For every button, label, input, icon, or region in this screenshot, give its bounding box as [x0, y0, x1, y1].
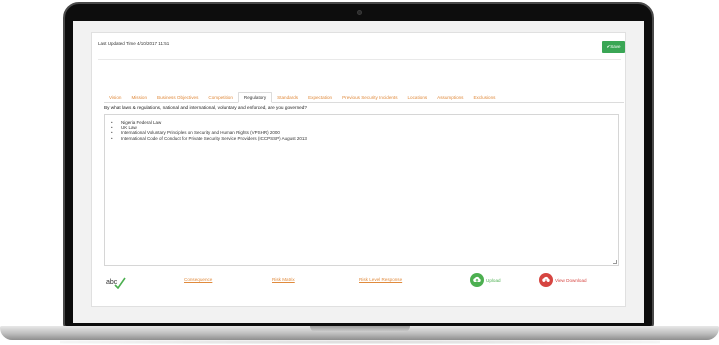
last-updated-text: Last Updated Time 4/10/2017 11:51 — [98, 41, 170, 46]
tab-competition[interactable]: Competition — [203, 92, 238, 103]
resize-handle[interactable] — [613, 260, 617, 264]
tab-vision[interactable]: Vision — [104, 92, 126, 103]
screen: Last Updated Time 4/10/2017 11:51 ✔Save … — [73, 21, 644, 323]
tab-business-objectives[interactable]: Business Objectives — [152, 92, 203, 103]
risk-level-response-link[interactable]: Risk Level Response — [359, 277, 402, 282]
laptop-shadow — [60, 340, 660, 344]
tab-regulatory[interactable]: Regulatory — [237, 92, 273, 103]
header-divider — [98, 59, 621, 60]
tab-assumptions[interactable]: Assumptions — [432, 92, 468, 103]
tab-expectation[interactable]: Expectation — [303, 92, 337, 103]
tab-mission[interactable]: Mission — [126, 92, 152, 103]
list-item-text: International Code of Conduct for Privat… — [121, 135, 307, 141]
consequence-link[interactable]: Consequence — [184, 277, 212, 282]
risk-matrix-link[interactable]: Risk Matrix — [272, 277, 295, 282]
tab-locations[interactable]: Locations — [403, 92, 433, 103]
main-panel: Last Updated Time 4/10/2017 11:51 ✔Save … — [91, 32, 626, 307]
save-button[interactable]: ✔Save — [602, 41, 625, 53]
list-item: • International Code of Conduct for Priva… — [111, 136, 618, 141]
tab-standards[interactable]: Standards — [272, 92, 303, 103]
tab-bar: Vision Mission Business Objectives Compe… — [104, 92, 624, 103]
tab-exclusions[interactable]: Exclusions — [468, 92, 500, 103]
footer-actions: abc Consequence Risk Matrix Risk Level R… — [104, 273, 619, 293]
answer-list: • Nigeria Federal Law • UK Law • Internatio… — [105, 115, 618, 141]
question-text: By what laws & regulations, national and… — [104, 105, 307, 110]
cloud-download-icon[interactable] — [539, 273, 553, 287]
spell-check-icon[interactable]: abc — [106, 275, 126, 289]
tab-previous-security-incidents[interactable]: Previous Security Incidents — [337, 92, 402, 103]
bullet-icon: • — [111, 135, 113, 141]
laptop-base-notch — [310, 326, 410, 332]
answer-textarea[interactable]: • Nigeria Federal Law • UK Law • Internatio… — [104, 114, 619, 266]
upload-label[interactable]: Upload — [486, 278, 501, 283]
camera-icon — [356, 10, 362, 15]
view-download-label[interactable]: View Download — [555, 278, 587, 283]
cloud-upload-icon[interactable] — [470, 273, 484, 287]
